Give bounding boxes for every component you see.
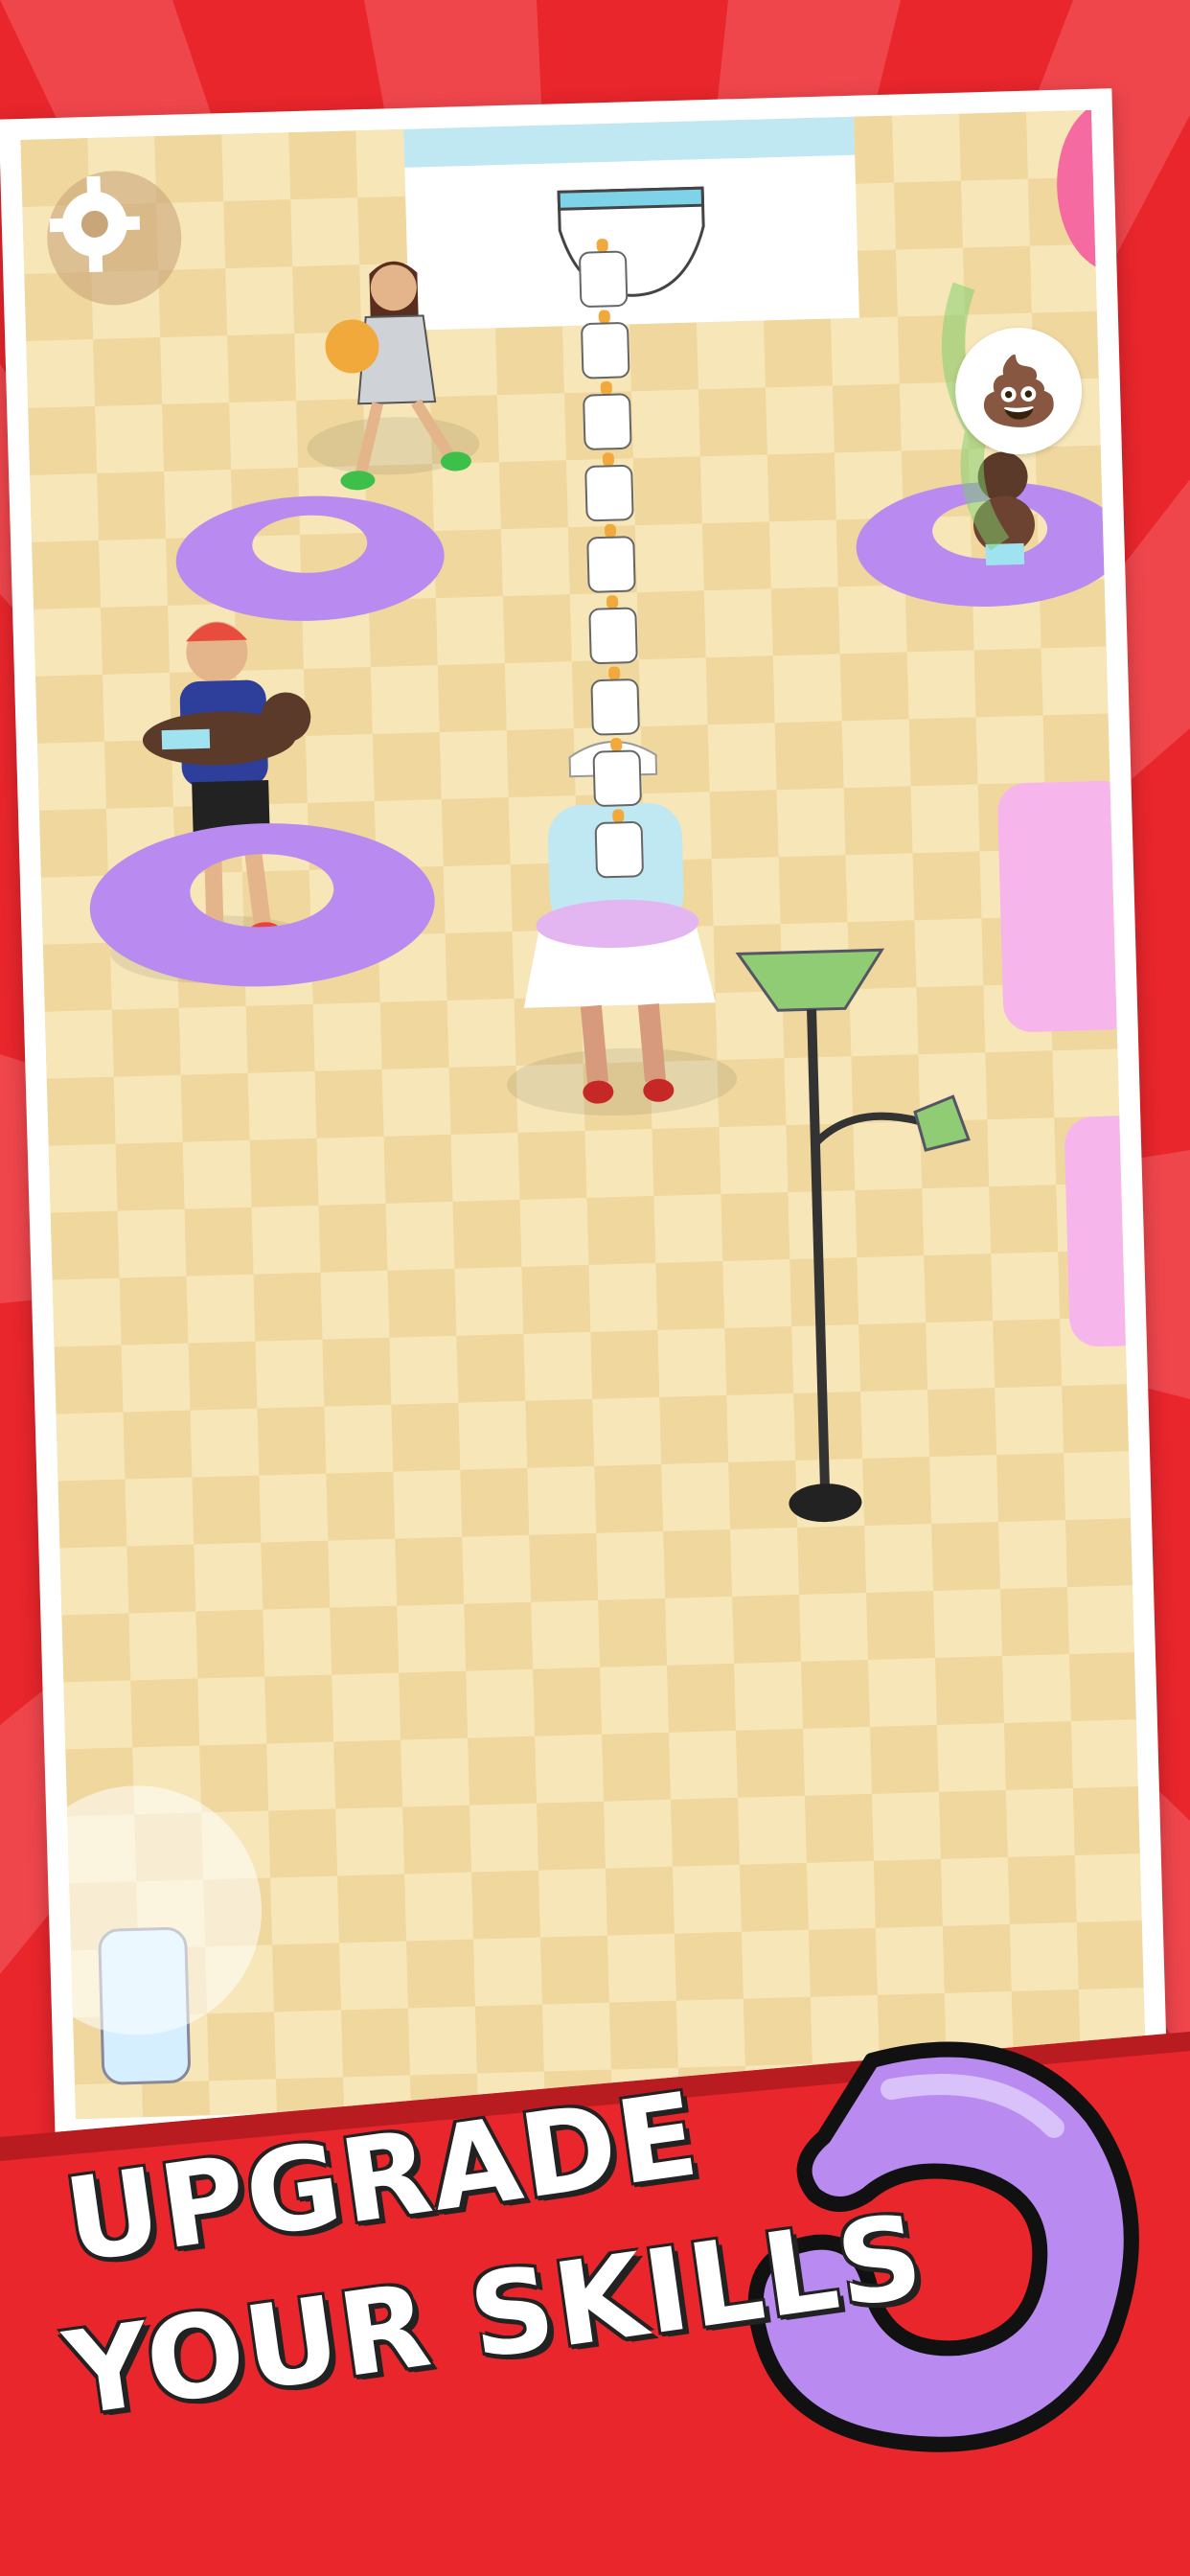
settings-button[interactable] xyxy=(40,164,188,311)
gear-icon xyxy=(47,171,182,306)
poop-icon: 💩 xyxy=(975,350,1062,431)
gameplay-card: 💩 xyxy=(0,88,1169,2141)
diaper-counter xyxy=(403,116,859,331)
game-scene[interactable]: 💩 xyxy=(20,109,1147,2120)
